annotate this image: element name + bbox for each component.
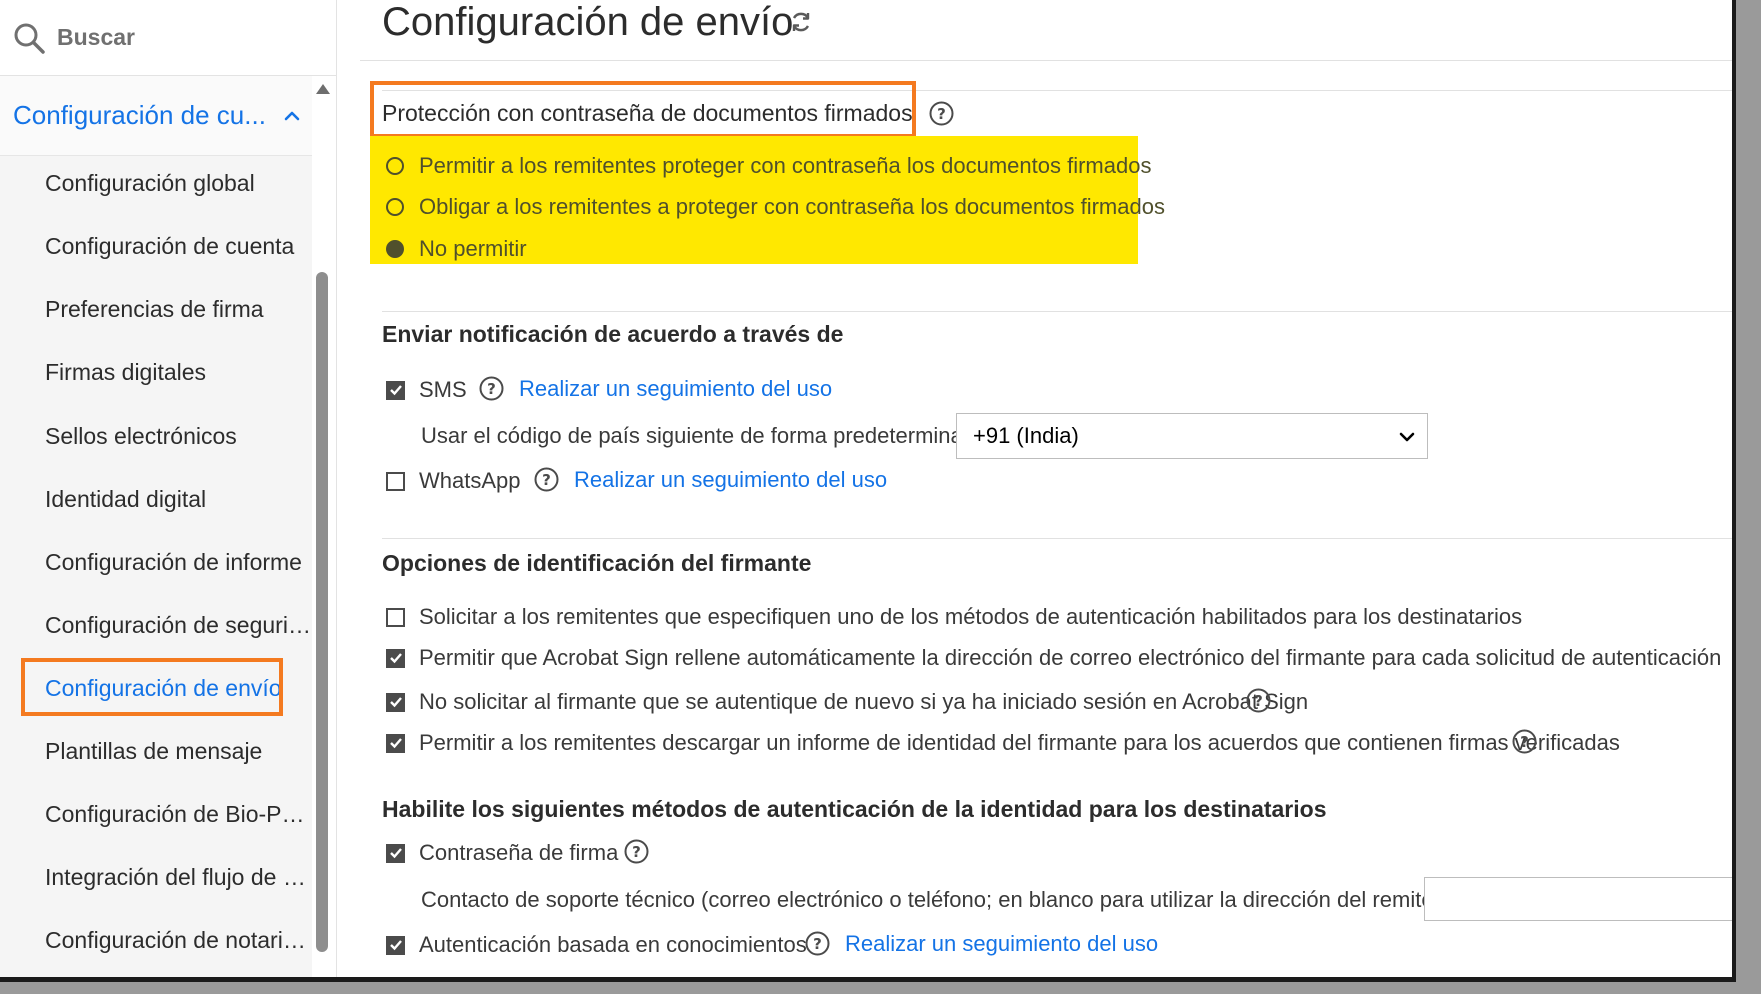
sidebar-section-header[interactable]: Configuración de cu... bbox=[0, 76, 312, 156]
sidebar-item-configuracion-cuenta[interactable]: Configuración de cuenta bbox=[45, 233, 311, 260]
radio-option-obligar[interactable]: Obligar a los remitentes a proteger con … bbox=[386, 194, 1165, 220]
checkmark-icon bbox=[389, 940, 402, 951]
heading-highlight bbox=[370, 81, 916, 138]
whatsapp-option[interactable]: WhatsApp bbox=[386, 468, 521, 494]
sidebar-item-notarizacion[interactable]: Configuración de notariza... bbox=[45, 927, 311, 954]
support-contact-label: Contacto de soporte técnico (correo elec… bbox=[421, 887, 1424, 912]
help-icon[interactable]: ? bbox=[1512, 729, 1537, 754]
sidebar-item-configuracion-global[interactable]: Configuración global bbox=[45, 170, 311, 197]
search-bar[interactable]: Buscar bbox=[0, 0, 336, 76]
signer-option-no-reauth[interactable]: No solicitar al firmante que se autentiq… bbox=[386, 689, 1308, 715]
sidebar-item-integracion-flujo[interactable]: Integración del flujo de tr... bbox=[45, 864, 311, 891]
refresh-icon[interactable] bbox=[788, 9, 814, 35]
svg-text:?: ? bbox=[937, 105, 946, 123]
help-icon[interactable]: ? bbox=[805, 931, 830, 956]
svg-text:?: ? bbox=[632, 843, 641, 861]
auth-methods-heading: Habilite los siguientes métodos de auten… bbox=[382, 796, 1327, 822]
signer-option-label: Permitir a los remitentes descargar un i… bbox=[419, 730, 1620, 755]
country-code-select[interactable]: +91 (India) bbox=[956, 413, 1428, 459]
search-placeholder: Buscar bbox=[57, 24, 135, 50]
checkmark-icon bbox=[389, 738, 402, 749]
radio-option-permitir[interactable]: Permitir a los remitentes proteger con c… bbox=[386, 153, 1151, 179]
signer-option-checkbox[interactable] bbox=[386, 648, 405, 668]
signing-password-checkbox[interactable] bbox=[386, 843, 405, 863]
help-icon[interactable]: ? bbox=[624, 839, 649, 864]
window-edge bbox=[1732, 0, 1736, 982]
section-divider bbox=[382, 311, 1732, 312]
signer-option-autofill-email[interactable]: Permitir que Acrobat Sign rellene automá… bbox=[386, 645, 1721, 671]
sms-label: SMS bbox=[419, 377, 467, 402]
signer-option-checkbox[interactable] bbox=[386, 692, 405, 712]
radio-button-selected[interactable] bbox=[386, 240, 404, 258]
sidebar-item-bio-pharma[interactable]: Configuración de Bio-Pha... bbox=[45, 801, 311, 828]
country-code-value: +91 (India) bbox=[973, 423, 1079, 448]
radio-label: No permitir bbox=[419, 236, 527, 261]
help-icon[interactable]: ? bbox=[534, 467, 559, 492]
window-edge bbox=[0, 977, 1736, 982]
sidebar-item-plantillas-mensaje[interactable]: Plantillas de mensaje bbox=[45, 738, 311, 765]
country-code-label: Usar el código de país siguiente de form… bbox=[421, 423, 994, 448]
sidebar-nav-list: Configuración global Configuración de cu… bbox=[0, 156, 312, 982]
signer-option-label: Solicitar a los remitentes que especifiq… bbox=[419, 604, 1523, 629]
active-item-highlight bbox=[21, 658, 283, 716]
whatsapp-checkbox[interactable] bbox=[386, 471, 405, 491]
whatsapp-track-usage-link[interactable]: Realizar un seguimiento del uso bbox=[574, 467, 887, 493]
notification-heading: Enviar notificación de acuerdo a través … bbox=[382, 321, 844, 347]
svg-text:?: ? bbox=[1254, 692, 1263, 710]
kba-option[interactable]: Autenticación basada en conocimientos bbox=[386, 932, 807, 958]
signing-password-option[interactable]: Contraseña de firma bbox=[386, 840, 618, 866]
section-divider bbox=[382, 538, 1732, 539]
sidebar-section-title: Configuración de cu... bbox=[13, 100, 266, 130]
signer-option-label: No solicitar al firmante que se autentiq… bbox=[419, 689, 1309, 714]
svg-text:?: ? bbox=[1520, 733, 1529, 751]
kba-checkbox[interactable] bbox=[386, 935, 405, 955]
main-content: Configuración de envío Protección con co… bbox=[360, 0, 1732, 982]
signer-identification-heading: Opciones de identificación del firmante bbox=[382, 550, 812, 576]
app-window: Buscar Configuración de cu... Configurac… bbox=[0, 0, 1732, 982]
search-icon bbox=[14, 23, 45, 54]
sidebar-scrollbar-thumb[interactable] bbox=[316, 272, 328, 952]
help-icon[interactable]: ? bbox=[929, 101, 954, 126]
chevron-down-icon bbox=[1399, 432, 1415, 442]
page-title: Configuración de envío bbox=[382, 0, 794, 44]
kba-label: Autenticación basada en conocimientos bbox=[419, 932, 807, 957]
chevron-up-icon bbox=[284, 111, 300, 120]
svg-text:?: ? bbox=[542, 471, 551, 489]
checkmark-icon bbox=[389, 697, 402, 708]
signer-option-checkbox[interactable] bbox=[386, 607, 405, 627]
help-icon[interactable]: ? bbox=[479, 376, 504, 401]
sidebar-item-configuracion-seguridad[interactable]: Configuración de seguridad bbox=[45, 612, 311, 639]
signing-password-label: Contraseña de firma bbox=[419, 840, 619, 865]
sms-option[interactable]: SMS bbox=[386, 377, 467, 403]
sidebar-item-configuracion-informe[interactable]: Configuración de informe bbox=[45, 549, 311, 576]
checkmark-icon bbox=[389, 385, 402, 396]
kba-track-usage-link[interactable]: Realizar un seguimiento del uso bbox=[845, 931, 1158, 957]
support-contact-input[interactable] bbox=[1424, 877, 1732, 921]
sms-track-usage-link[interactable]: Realizar un seguimiento del uso bbox=[519, 376, 832, 402]
sidebar-item-firmas-digitales[interactable]: Firmas digitales bbox=[45, 359, 311, 386]
radio-option-no-permitir[interactable]: No permitir bbox=[386, 236, 527, 262]
scroll-up-arrow[interactable] bbox=[316, 84, 330, 94]
sidebar: Buscar Configuración de cu... Configurac… bbox=[0, 0, 337, 982]
radio-label: Obligar a los remitentes a proteger con … bbox=[419, 194, 1165, 219]
checkmark-icon bbox=[389, 653, 402, 664]
signer-option-checkbox[interactable] bbox=[386, 733, 405, 753]
radio-button[interactable] bbox=[386, 198, 404, 216]
radio-button[interactable] bbox=[386, 157, 404, 175]
signer-option-label: Permitir que Acrobat Sign rellene automá… bbox=[419, 645, 1722, 670]
sms-checkbox[interactable] bbox=[386, 380, 405, 400]
sidebar-item-preferencias-firma[interactable]: Preferencias de firma bbox=[45, 296, 311, 323]
sidebar-item-sellos-electronicos[interactable]: Sellos electrónicos bbox=[45, 423, 311, 450]
signer-option-request-auth[interactable]: Solicitar a los remitentes que especifiq… bbox=[386, 604, 1522, 630]
whatsapp-label: WhatsApp bbox=[419, 468, 521, 493]
signer-option-identity-report[interactable]: Permitir a los remitentes descargar un i… bbox=[386, 730, 1620, 756]
title-divider bbox=[360, 60, 1732, 61]
svg-text:?: ? bbox=[813, 935, 822, 953]
svg-text:?: ? bbox=[487, 380, 496, 398]
sidebar-item-identidad-digital[interactable]: Identidad digital bbox=[45, 486, 311, 513]
checkmark-icon bbox=[389, 848, 402, 859]
radio-label: Permitir a los remitentes proteger con c… bbox=[419, 153, 1152, 178]
help-icon[interactable]: ? bbox=[1246, 688, 1271, 713]
